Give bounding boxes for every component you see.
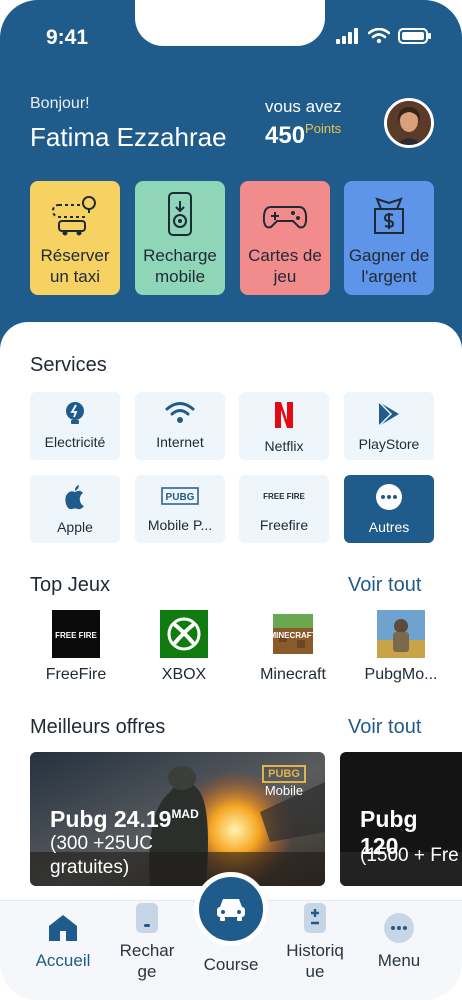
tab-label: Accueil <box>35 951 91 970</box>
service-label: Electricité <box>44 434 106 450</box>
car-icon <box>217 899 245 921</box>
apple-logo-icon <box>65 485 84 510</box>
game-xbox[interactable]: XBOX <box>134 610 234 684</box>
home-icon <box>49 915 77 941</box>
service-freefire[interactable]: FREE FIRE Freefire <box>239 475 329 543</box>
offer-currency: MAD <box>171 807 199 821</box>
top-games-title: Top Jeux <box>30 574 111 596</box>
quick-action-label: Cartes de jeu <box>248 246 322 286</box>
status-icons <box>336 28 432 44</box>
quick-action-recharge[interactable]: Recharge mobile <box>135 181 225 295</box>
offer-subtitle: (1500 + Fre <box>360 845 459 866</box>
service-internet[interactable]: Internet <box>135 392 225 460</box>
course-label: Course <box>203 955 259 974</box>
app-screen: 9:41 Bonjour! Fatima Ezzahrae vous avez … <box>0 0 462 1000</box>
menu-dots-icon <box>384 913 414 943</box>
mobile-recharge-icon <box>168 192 192 236</box>
signal-icon <box>336 28 358 44</box>
offer-card-pubg-1500[interactable]: Pubg 120 (1500 + Fre <box>340 752 462 886</box>
game-freefire[interactable]: FREE FIRE FreeFire <box>26 610 126 684</box>
freefire-thumbnail: FREE FIRE <box>52 610 100 658</box>
lightbulb-icon <box>66 402 84 424</box>
services-title: Services <box>30 354 107 376</box>
taxi-route-icon <box>51 196 96 236</box>
tab-label: Historique <box>286 941 344 981</box>
service-autres[interactable]: Autres <box>344 475 434 543</box>
offer-subtitle: (300 +25UC gratuites) <box>50 833 153 878</box>
points-unit: Points <box>305 121 342 136</box>
battery-icon <box>398 28 431 44</box>
tab-menu[interactable]: Menu <box>359 912 439 971</box>
gamepad-icon <box>262 206 308 229</box>
points-value: 450 <box>265 122 306 149</box>
course-button[interactable] <box>194 872 268 946</box>
greeting: Bonjour! <box>30 95 90 112</box>
service-label: Internet <box>156 434 204 450</box>
freefire-logo-text: FREE FIRE <box>263 492 305 501</box>
game-label: Minecraft <box>260 666 326 683</box>
service-label: Netflix <box>264 438 304 454</box>
service-label: Mobile P... <box>147 517 213 533</box>
offers-title: Meilleurs offres <box>30 716 166 738</box>
service-mobile-pubg[interactable]: PUBG Mobile P... <box>135 475 225 543</box>
tab-label: Recharge <box>119 941 175 981</box>
service-label: PlayStore <box>358 436 420 452</box>
wifi-status-icon <box>368 28 390 44</box>
service-label: Apple <box>57 519 93 535</box>
avatar[interactable] <box>384 98 434 148</box>
service-label: Autres <box>368 519 410 535</box>
more-dots-icon <box>376 484 402 510</box>
game-label: PubgMo... <box>364 666 438 683</box>
netflix-logo-icon <box>275 402 293 428</box>
pubg-logo-text: PUBG <box>166 492 195 503</box>
tab-label: Menu <box>377 951 421 970</box>
freefire-thumbnail-text: FREE FIRE <box>55 631 97 640</box>
xbox-logo-icon <box>160 610 208 658</box>
points-label: vous avez <box>265 97 342 116</box>
playstore-icon <box>378 401 399 427</box>
game-label: XBOX <box>161 666 207 683</box>
pubg-badge-logo: PUBG <box>262 765 306 783</box>
service-electricite[interactable]: Electricité <box>30 392 120 460</box>
service-netflix[interactable]: Netflix <box>239 392 329 460</box>
points-display: 450Points <box>265 121 342 150</box>
quick-action-earn[interactable]: Gagner de l'argent <box>344 181 434 295</box>
tab-accueil[interactable]: Accueil <box>23 912 103 971</box>
game-pubg-mobile[interactable]: PubgMo... <box>351 610 451 684</box>
pubg-mobile-thumbnail <box>377 610 425 658</box>
service-label: Freefire <box>259 517 309 533</box>
quick-action-label: Gagner de l'argent <box>348 246 430 286</box>
status-time: 9:41 <box>46 26 89 49</box>
game-label: FreeFire <box>45 666 107 683</box>
minecraft-thumbnail: MINECRAFT <box>269 610 317 658</box>
pubg-logo-icon: PUBG <box>161 487 199 505</box>
wifi-icon <box>165 402 195 423</box>
freefire-logo-icon: FREE FIRE <box>263 492 305 501</box>
offer-title: Pubg 24.19MAD <box>50 806 199 833</box>
game-minecraft[interactable]: MINECRAFT Minecraft <box>243 610 343 684</box>
offer-card-pubg-300[interactable]: PUBG Mobile Pubg 24.19MAD (300 +25UC gra… <box>30 752 325 886</box>
top-games-see-all-link[interactable]: Voir tout <box>348 574 421 597</box>
pubg-badge-mobile: Mobile <box>264 783 304 798</box>
tab-recharge[interactable]: Recharge <box>107 902 187 982</box>
avatar-portrait <box>387 101 431 145</box>
money-bag-icon <box>374 197 404 234</box>
offers-see-all-link[interactable]: Voir tout <box>348 716 421 739</box>
minecraft-thumbnail-text: MINECRAFT <box>269 631 316 640</box>
quick-action-label: Recharge mobile <box>143 246 217 286</box>
quick-action-game-cards[interactable]: Cartes de jeu <box>240 181 330 295</box>
offer-price: Pubg 24.19 <box>50 806 172 832</box>
service-apple[interactable]: Apple <box>30 475 120 543</box>
tab-historique[interactable]: Historique <box>275 902 355 982</box>
user-name: Fatima Ezzahrae <box>30 122 227 152</box>
phone-icon <box>136 903 158 933</box>
pubg-mobile-badge: PUBG Mobile <box>258 764 310 798</box>
quick-action-label: Réserver un taxi <box>40 246 110 286</box>
service-playstore[interactable]: PlayStore <box>344 392 434 460</box>
quick-action-taxi[interactable]: Réserver un taxi <box>30 181 120 295</box>
receipt-icon <box>304 903 326 933</box>
device-notch <box>135 0 325 46</box>
